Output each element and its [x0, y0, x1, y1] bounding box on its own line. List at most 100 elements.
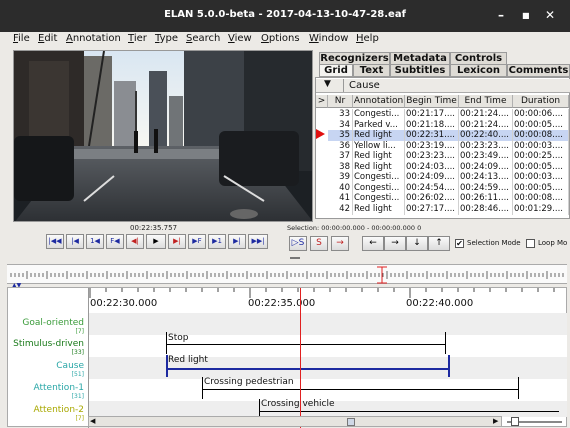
menu-edit[interactable]: Edit: [38, 33, 57, 44]
tab-subtitles[interactable]: Subtitles: [390, 64, 450, 77]
scrollbar-thumb[interactable]: [347, 418, 355, 426]
annotation-boundary: [259, 399, 260, 417]
menu-view[interactable]: View: [228, 33, 252, 44]
menu-bar: File Edit Annotation Tier Type Search Vi…: [0, 32, 570, 48]
annotation-line-crossing-pedestrian: [202, 389, 518, 390]
window-title: ELAN 5.0.0-beta - 2017-04-13-10-47-28.ea…: [164, 9, 406, 20]
menu-type[interactable]: Type: [155, 33, 178, 44]
clear-selection-button[interactable]: S: [310, 236, 328, 251]
go-to-end-button[interactable]: ▶▶|: [248, 234, 268, 249]
grid-cell-annotation: Parked v...: [353, 119, 405, 131]
timeline-viewer[interactable]: 00:22:30.000 00:22:35.000 00:22:40.000 G…: [7, 287, 567, 428]
minimize-button[interactable]: –: [498, 8, 504, 22]
tab-grid[interactable]: Grid: [319, 64, 353, 77]
tier-selector[interactable]: ▼ Cause: [316, 79, 570, 93]
annotation-line-red-light: [166, 368, 449, 370]
grid-cell-annotation: Congesti...: [353, 109, 405, 120]
horizontal-scrollbar[interactable]: ◀ ▶: [88, 416, 502, 427]
previous-frame-button[interactable]: |◀: [66, 234, 84, 249]
tier-label-attention-2[interactable]: Attention-2: [8, 405, 88, 415]
annotation-boundary: [166, 355, 168, 377]
zoom-slider-thumb[interactable]: [511, 417, 519, 426]
tier-row-goal-oriented[interactable]: [89, 313, 567, 335]
maximize-button[interactable]: ■: [522, 11, 530, 20]
tick-label: 00:22:35.000: [248, 298, 316, 309]
grid-cell-duration: 00:00:05....: [513, 119, 569, 131]
grid-cell-end: 00:21:24....: [459, 119, 513, 131]
grid-cell-end: 00:21:24....: [459, 109, 513, 120]
annotation-red-light[interactable]: Red light: [168, 355, 208, 365]
tab-text[interactable]: Text: [353, 64, 390, 77]
previous-second-button[interactable]: 1◀: [86, 234, 104, 249]
dropdown-arrow-icon[interactable]: ▼: [324, 79, 331, 89]
grid-cell-end: 00:24:59....: [459, 182, 513, 194]
menu-file[interactable]: File: [13, 33, 30, 44]
loop-mode-checkbox[interactable]: [526, 239, 535, 248]
next-frame-button[interactable]: ▶|: [228, 234, 246, 249]
grid-header-marker[interactable]: >: [316, 95, 328, 108]
play-selection-icon-button[interactable]: ▷S: [289, 236, 307, 251]
tier-row-stimulus-driven[interactable]: [89, 335, 567, 357]
tier-label-attention-1[interactable]: Attention-1: [8, 383, 88, 393]
down-arrow-button[interactable]: ↓: [406, 236, 428, 251]
tier-row-attention-1[interactable]: [89, 379, 567, 401]
play-selection-button[interactable]: ▶|: [168, 234, 186, 249]
grid-cell-end: 00:28:46....: [459, 203, 513, 215]
next-scroll-button[interactable]: ▶F: [188, 234, 206, 249]
grid-cell-annotation: Red light: [353, 130, 405, 141]
menu-help[interactable]: Help: [356, 33, 379, 44]
splitter-handle[interactable]: [290, 257, 300, 259]
grid-header-nr[interactable]: Nr: [328, 95, 353, 108]
previous-scroll-button[interactable]: F◀: [106, 234, 124, 249]
selection-begin-button[interactable]: ◀|: [126, 234, 144, 249]
grid-cell-end: 00:24:09....: [459, 161, 513, 173]
play-button[interactable]: ▶: [146, 234, 166, 249]
grid-cell-nr: 37: [328, 151, 353, 162]
scroll-left-icon[interactable]: ◀: [90, 417, 95, 425]
annotation-boundary: [448, 355, 450, 377]
menu-annotation[interactable]: Annotation: [66, 33, 121, 44]
close-button[interactable]: ✕: [545, 8, 555, 22]
grid-cell-duration: 00:00:06....: [513, 109, 569, 120]
crosshair-line[interactable]: [300, 288, 301, 428]
current-row-arrow-icon: [316, 129, 325, 139]
right-arrow-button[interactable]: →: [384, 236, 406, 251]
tier-label-cause[interactable]: Cause: [8, 361, 88, 371]
overview-ruler[interactable]: [7, 264, 567, 284]
scroll-right-icon[interactable]: ▶: [493, 417, 498, 425]
annotation-crossing-pedestrian[interactable]: Crossing pedestrian: [204, 377, 294, 387]
tier-label-goal-oriented[interactable]: Goal-oriented: [8, 318, 88, 328]
menu-options[interactable]: Options: [261, 33, 300, 44]
tier-label-stimulus-driven[interactable]: Stimulus-driven: [8, 339, 88, 349]
selection-mode-checkbox[interactable]: ✔: [455, 239, 464, 248]
grid-header-duration[interactable]: Duration: [513, 95, 569, 108]
next-second-button[interactable]: ▶1: [208, 234, 226, 249]
menu-window[interactable]: Window: [309, 33, 348, 44]
go-to-begin-button[interactable]: |◀◀: [46, 234, 64, 249]
media-timecode: 00:22:35.757: [130, 224, 178, 232]
tier-count-attention-2: [7]: [75, 415, 85, 422]
annotation-line-crossing-vehicle: [259, 411, 559, 412]
selection-end-button[interactable]: →: [331, 236, 349, 251]
video-viewer[interactable]: [13, 50, 313, 222]
menu-search[interactable]: Search: [186, 33, 220, 44]
zoom-slider[interactable]: [503, 417, 566, 427]
menu-tier[interactable]: Tier: [128, 33, 147, 44]
tab-comments[interactable]: Comments: [507, 64, 570, 77]
grid-header-begin-time[interactable]: Begin Time: [405, 95, 459, 108]
left-arrow-button[interactable]: ←: [362, 236, 384, 251]
annotation-crossing-vehicle[interactable]: Crossing vehicle: [261, 399, 335, 409]
grid-cell-nr: 41: [328, 193, 353, 204]
annotation-boundary: [445, 332, 446, 354]
grid-cell-duration: 00:00:08....: [513, 130, 569, 141]
tab-lexicon[interactable]: Lexicon: [450, 64, 507, 77]
up-arrow-button[interactable]: ↑: [428, 236, 450, 251]
selection-mode-label: Selection Mode: [467, 239, 521, 247]
grid-cell-begin: 00:24:09....: [405, 172, 459, 183]
timeline-ruler-ticks: [89, 288, 555, 298]
annotation-stop[interactable]: Stop: [168, 333, 188, 343]
annotation-boundary: [202, 377, 203, 399]
grid-header-annotation[interactable]: Annotation: [353, 95, 405, 108]
grid-header-end-time[interactable]: End Time: [459, 95, 513, 108]
grid-cell-annotation: Red light: [353, 151, 405, 162]
